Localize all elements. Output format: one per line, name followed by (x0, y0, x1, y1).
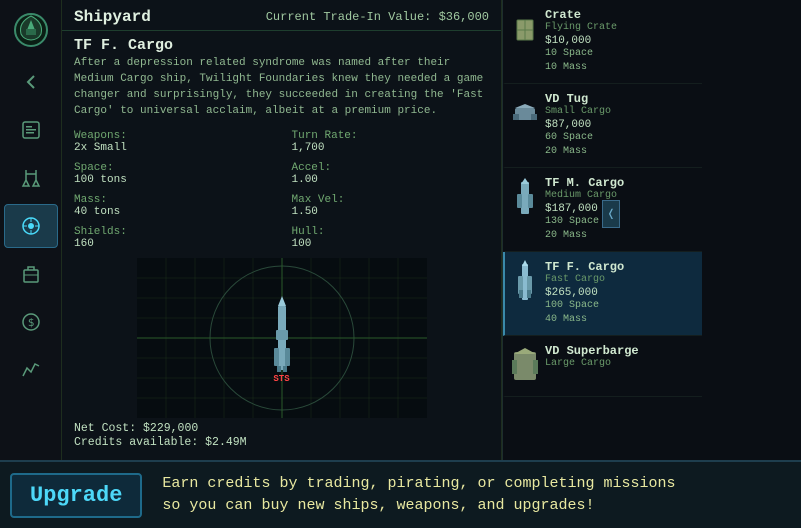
stat-shields: Shields: 160 (74, 226, 272, 250)
panel-header: Shipyard Current Trade-In Value: $36,000 (62, 0, 501, 31)
stat-accel: Accel: 1.00 (292, 162, 490, 186)
ship-list-price: $87,000 (545, 119, 696, 131)
cost-section: Net Cost: $229,000 Credits available: $2… (62, 418, 501, 454)
credits-line: Credits available: $2.49M (74, 436, 489, 449)
ship-list-item[interactable]: VD Superbarge Large Cargo (503, 336, 702, 397)
ship-list-type: Small Cargo (545, 106, 696, 117)
ship-viewport: STS (62, 258, 501, 418)
ship-list-stats: 100 Space40 Mass (545, 299, 696, 327)
sidebar-item-back[interactable] (4, 60, 58, 104)
viewport-grid: STS (137, 258, 427, 418)
sidebar: $ (0, 0, 62, 528)
ship-list-item[interactable]: VD Tug Small Cargo $87,000 60 Space20 Ma… (503, 84, 702, 168)
tip-text: Earn credits by trading, pirating, or co… (162, 473, 675, 518)
ship-list-stats: 60 Space20 Mass (545, 131, 696, 159)
upgrade-button[interactable]: Upgrade (10, 473, 142, 518)
stats-section: Weapons: 2x Small Turn Rate: 1,700 Space… (62, 126, 501, 258)
trade-in-value: Current Trade-In Value: $36,000 (266, 10, 489, 24)
sidebar-item-ship[interactable] (4, 204, 58, 248)
ship-list-type: Large Cargo (545, 358, 696, 369)
ship-thumb (511, 344, 539, 388)
ship-description: After a depression related syndrome was … (62, 56, 501, 126)
ship-list-type: Flying Crate (545, 22, 696, 33)
ship-list-stats: 10 Space10 Mass (545, 47, 696, 75)
logo[interactable] (9, 8, 53, 52)
scroll-left-arrow[interactable]: ❬ (602, 200, 620, 228)
ship-label: STS (273, 374, 289, 384)
ship-thumb (511, 92, 539, 136)
ship-thumb (511, 260, 539, 304)
stat-hull: Hull: 100 (292, 226, 490, 250)
ship-list: Crate Flying Crate $10,000 10 Space10 Ma… (502, 0, 702, 460)
ship-thumb (511, 176, 539, 220)
ship-list-type: Fast Cargo (545, 274, 696, 285)
sidebar-item-cargo[interactable] (4, 252, 58, 296)
left-panel: Shipyard Current Trade-In Value: $36,000… (62, 0, 502, 460)
ship-sprite: STS (273, 372, 289, 384)
ship-thumb (511, 8, 539, 52)
ship-list-name: VD Superbarge (545, 344, 696, 358)
stat-space: Space: 100 tons (74, 162, 272, 186)
ship-name: TF F. Cargo (62, 31, 501, 56)
ship-info: TF M. Cargo Medium Cargo $187,000 130 Sp… (545, 176, 696, 243)
ship-info: TF F. Cargo Fast Cargo $265,000 100 Spac… (545, 260, 696, 327)
ship-list-item[interactable]: Crate Flying Crate $10,000 10 Space10 Ma… (503, 0, 702, 84)
sidebar-item-stats[interactable] (4, 348, 58, 392)
stat-turn-rate: Turn Rate: 1,700 (292, 130, 490, 154)
ship-list-price: $10,000 (545, 35, 696, 47)
ship-list-type: Medium Cargo (545, 190, 696, 201)
ship-list-stats: 130 Space20 Mass (545, 215, 696, 243)
main-area: Shipyard Current Trade-In Value: $36,000… (62, 0, 801, 460)
ship-info: Crate Flying Crate $10,000 10 Space10 Ma… (545, 8, 696, 75)
sidebar-item-tools[interactable] (4, 156, 58, 200)
ship-list-name: Crate (545, 8, 696, 22)
ship-list-name: TF F. Cargo (545, 260, 696, 274)
ship-list-item[interactable]: TF F. Cargo Fast Cargo $265,000 100 Spac… (503, 252, 702, 336)
stat-max-vel: Max Vel: 1.50 (292, 194, 490, 218)
bottom-bar: Upgrade Earn credits by trading, piratin… (0, 460, 801, 528)
stat-mass: Mass: 40 tons (74, 194, 272, 218)
ship-list-name: VD Tug (545, 92, 696, 106)
ship-list-name: TF M. Cargo (545, 176, 696, 190)
ship-info: VD Superbarge Large Cargo (545, 344, 696, 371)
stat-weapons: Weapons: 2x Small (74, 130, 272, 154)
panel-title: Shipyard (74, 8, 151, 26)
ship-list-price: $265,000 (545, 287, 696, 299)
sidebar-item-info[interactable] (4, 108, 58, 152)
net-cost-line: Net Cost: $229,000 (74, 422, 489, 435)
sidebar-item-money[interactable]: $ (4, 300, 58, 344)
ship-list-price: $187,000 (545, 203, 696, 215)
svg-text:$: $ (27, 316, 34, 329)
ship-info: VD Tug Small Cargo $87,000 60 Space20 Ma… (545, 92, 696, 159)
